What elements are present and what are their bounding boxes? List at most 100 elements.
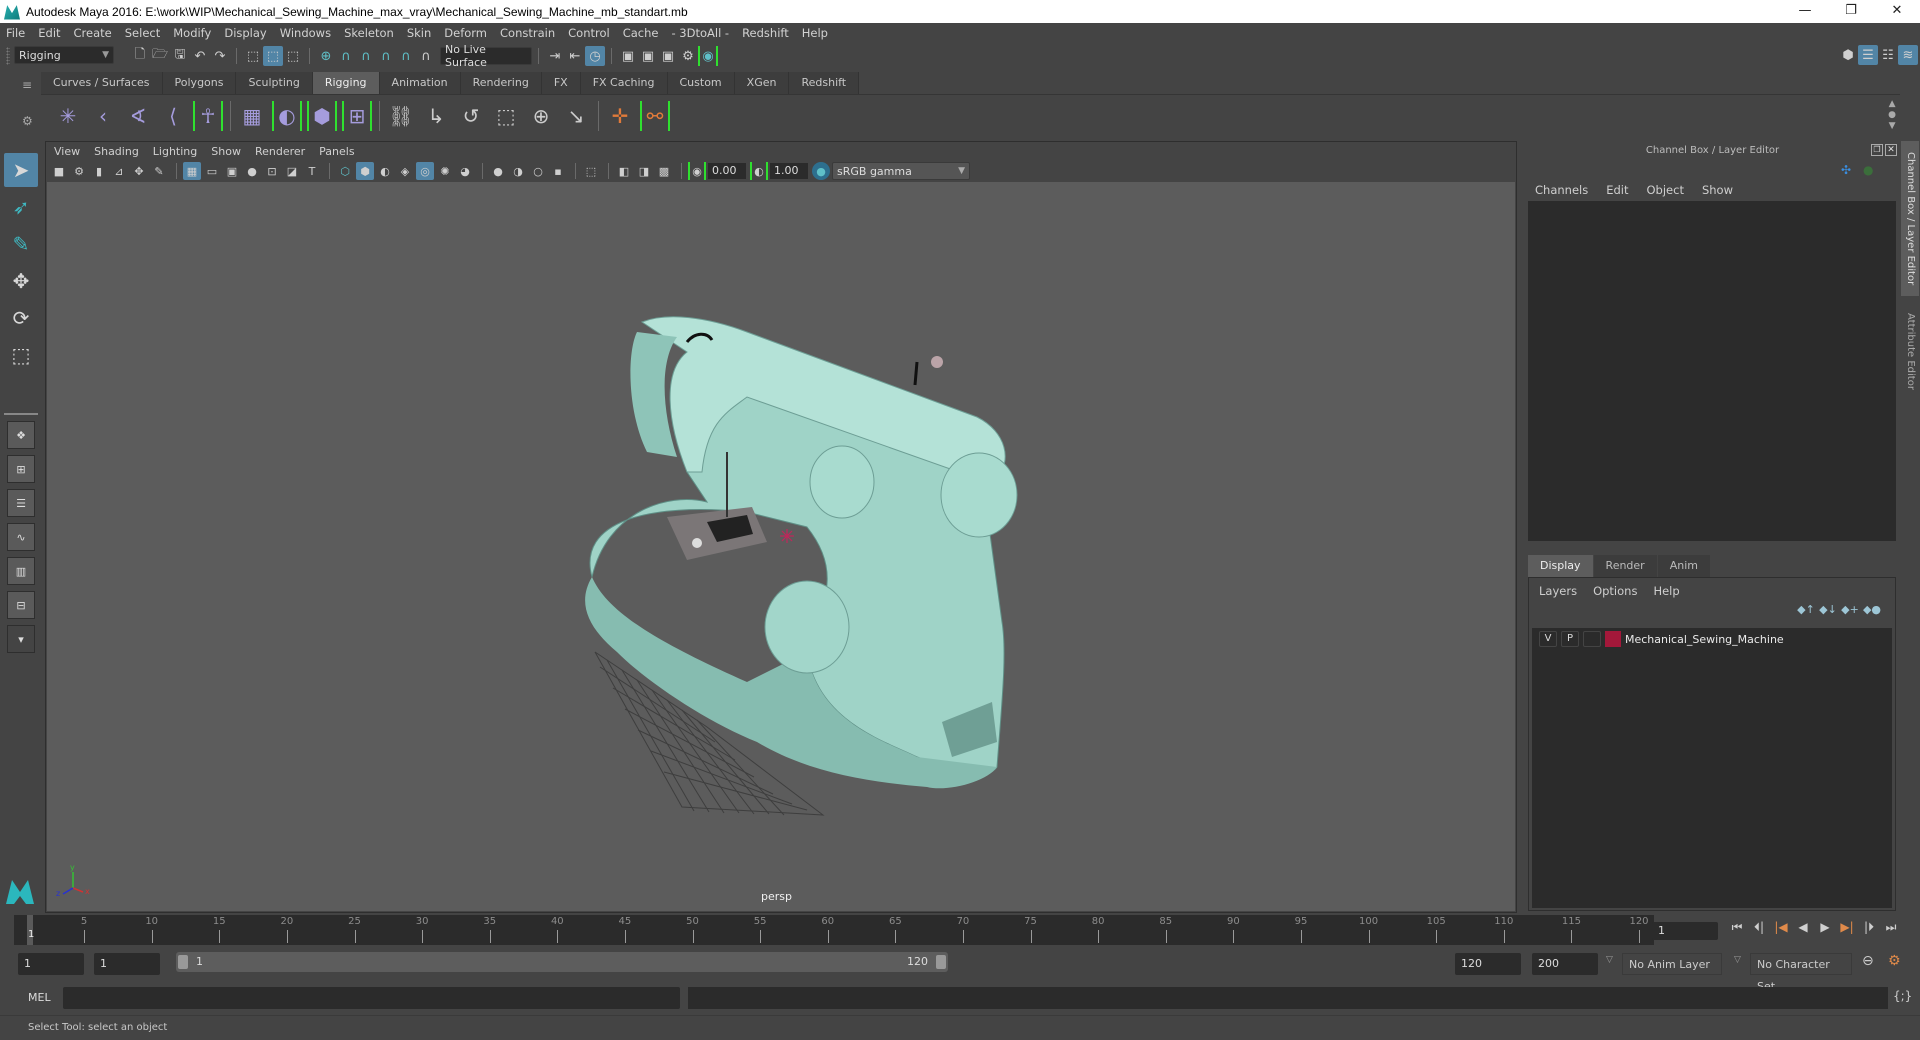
playback-start-field[interactable]: 1	[94, 953, 160, 975]
menuset-dropdown[interactable]: Rigging ▼	[14, 46, 114, 64]
shelf-tab-custom[interactable]: Custom	[667, 72, 735, 94]
four-view-layout-icon[interactable]: ⊞	[7, 455, 35, 483]
range-end-handle[interactable]	[936, 955, 946, 969]
ambient-occlusion-icon[interactable]: ◕	[456, 162, 474, 180]
menu-edit[interactable]: Edit	[38, 26, 60, 40]
help-menu[interactable]: Help	[1653, 584, 1679, 598]
gate-mask-icon[interactable]: ●	[243, 162, 261, 180]
edit-menu[interactable]: Edit	[1606, 183, 1628, 197]
snap-point-icon[interactable]: ∩	[356, 46, 376, 66]
film-gate-icon[interactable]: ▭	[203, 162, 221, 180]
hud-icon[interactable]: ▩	[655, 162, 673, 180]
undo-icon[interactable]: ↶	[190, 46, 210, 66]
camera-select-icon[interactable]: ■	[50, 162, 68, 180]
shelf-tab-polygons[interactable]: Polygons	[162, 72, 237, 94]
snap-live-icon[interactable]: ∩	[396, 46, 416, 66]
range-start-handle[interactable]	[178, 955, 188, 969]
ik-handle-icon[interactable]: ∢	[123, 101, 153, 131]
exposure-icon[interactable]: ◉	[688, 162, 706, 180]
humanik-icon[interactable]: ☥	[193, 100, 223, 131]
menu-control[interactable]: Control	[568, 26, 610, 40]
tool-settings-icon[interactable]: ☷	[1878, 45, 1898, 65]
ik-spline-icon[interactable]: ⟨	[158, 101, 188, 131]
float-panel-icon[interactable]: ❐	[1871, 144, 1883, 156]
step-forward-key-icon[interactable]: |⏵	[1858, 920, 1880, 935]
shelf-tab-xgen[interactable]: XGen	[734, 72, 790, 94]
snap-surface-icon[interactable]: ∩	[416, 46, 436, 66]
viewport-menu-panels[interactable]: Panels	[319, 145, 354, 158]
minimize-button[interactable]: —	[1782, 0, 1828, 23]
xray-components-icon[interactable]: ◨	[635, 162, 653, 180]
locator-icon[interactable]: ✛	[605, 101, 635, 131]
menu-cache[interactable]: Cache	[623, 26, 659, 40]
mel-label[interactable]: MEL	[28, 991, 51, 1004]
safe-action-icon[interactable]: ◪	[283, 162, 301, 180]
layers-menu[interactable]: Layers	[1539, 584, 1577, 598]
viewport-menu-shading[interactable]: Shading	[94, 145, 139, 158]
channels-menu[interactable]: Channels	[1535, 183, 1588, 197]
shelf-tab-fx[interactable]: FX	[541, 72, 581, 94]
shelf-settings-icon[interactable]: ⚙	[22, 114, 33, 128]
resolution-gate-icon[interactable]: ▣	[223, 162, 241, 180]
persp-graph-outliner-layout-icon[interactable]: ⊟	[7, 591, 35, 619]
bind-skin-icon[interactable]: ▦	[237, 101, 267, 131]
range-slider[interactable]: 1 120	[176, 952, 948, 972]
shelf-tab-curves-surfaces[interactable]: Curves / Surfaces	[41, 72, 163, 94]
shelf-tab-animation[interactable]: Animation	[379, 72, 461, 94]
menu-modify[interactable]: Modify	[173, 26, 211, 40]
anim-layer-chevron-icon[interactable]: ▽	[1606, 955, 1613, 965]
animation-preferences-icon[interactable]: ⚙	[1888, 953, 1901, 969]
xray-joints-icon[interactable]: ◧	[615, 162, 633, 180]
menu-file[interactable]: File	[6, 26, 25, 40]
menu-3dtoall[interactable]: - 3DtoAll -	[671, 26, 729, 40]
menu-constrain[interactable]: Constrain	[500, 26, 555, 40]
shelf-scroll[interactable]: ▲ ● ▼	[1888, 99, 1896, 132]
select-component-icon[interactable]: ⬚	[283, 46, 303, 66]
snap-grid-icon[interactable]: ⊕	[316, 46, 336, 66]
menu-display[interactable]: Display	[224, 26, 266, 40]
layer-display-type-toggle[interactable]	[1583, 631, 1601, 647]
shelf-tab-rendering[interactable]: Rendering	[460, 72, 542, 94]
menu-skeleton[interactable]: Skeleton	[344, 26, 394, 40]
move-tool-icon[interactable]: ✥	[4, 264, 38, 298]
color-space-dropdown[interactable]: sRGB gamma ▼	[832, 162, 970, 180]
shelf-tab-rigging[interactable]: Rigging	[312, 72, 380, 94]
mel-input[interactable]	[63, 987, 680, 1009]
menu-skin[interactable]: Skin	[407, 26, 431, 40]
drag-handle[interactable]	[6, 47, 10, 65]
scale-tool-icon[interactable]: ⬚	[4, 338, 38, 372]
attribute-editor-toggle-icon[interactable]: ☰	[1858, 45, 1878, 65]
viewport-menu-show[interactable]: Show	[211, 145, 241, 158]
playback-end-field[interactable]: 120	[1455, 953, 1521, 975]
insert-joint-icon[interactable]: ‹	[88, 101, 118, 131]
color-management-toggle-icon[interactable]: ●	[812, 162, 830, 180]
persp-graph-layout-icon[interactable]: ∿	[7, 523, 35, 551]
render-settings-icon[interactable]: ⚙	[678, 46, 698, 66]
script-editor-icon[interactable]: {;}	[1893, 989, 1912, 1003]
viewport-menu-renderer[interactable]: Renderer	[255, 145, 305, 158]
modeling-toolkit-icon[interactable]: ⬢	[1838, 45, 1858, 65]
go-to-start-icon[interactable]: ⏮	[1726, 920, 1748, 935]
use-all-lights-icon[interactable]: ◎	[416, 162, 434, 180]
character-set-chevron-icon[interactable]: ▽	[1734, 955, 1741, 965]
ipr-render-icon[interactable]: ▣	[658, 46, 678, 66]
depth-of-field-icon[interactable]: ○	[529, 162, 547, 180]
multisample-aa-icon[interactable]: ◑	[509, 162, 527, 180]
two-d-pan-zoom-icon[interactable]: ✥	[130, 162, 148, 180]
select-hierarchy-icon[interactable]: ⬚	[243, 46, 263, 66]
menu-windows[interactable]: Windows	[280, 26, 331, 40]
lasso-tool-icon[interactable]: ➶	[4, 190, 38, 224]
point-constraint-icon[interactable]: ↳	[421, 101, 451, 131]
bookmark-icon[interactable]: ▮	[90, 162, 108, 180]
cluster-icon[interactable]: ⊞	[342, 100, 372, 131]
field-chart-icon[interactable]: ⊡	[263, 162, 281, 180]
go-to-end-icon[interactable]: ⏭	[1880, 920, 1902, 935]
move-layer-up-icon[interactable]: ◆↑	[1795, 603, 1817, 616]
step-forward-frame-icon[interactable]: ▶|	[1836, 920, 1858, 935]
shelf-tab-fx-caching[interactable]: FX Caching	[580, 72, 668, 94]
layer-tab-display[interactable]: Display	[1528, 555, 1593, 577]
select-object-icon[interactable]: ⬚	[263, 46, 283, 66]
current-frame-field[interactable]: 1	[1652, 922, 1718, 940]
render-view-icon[interactable]: ▣	[618, 46, 638, 66]
persp-outliner-layout-icon[interactable]: ☰	[7, 489, 35, 517]
